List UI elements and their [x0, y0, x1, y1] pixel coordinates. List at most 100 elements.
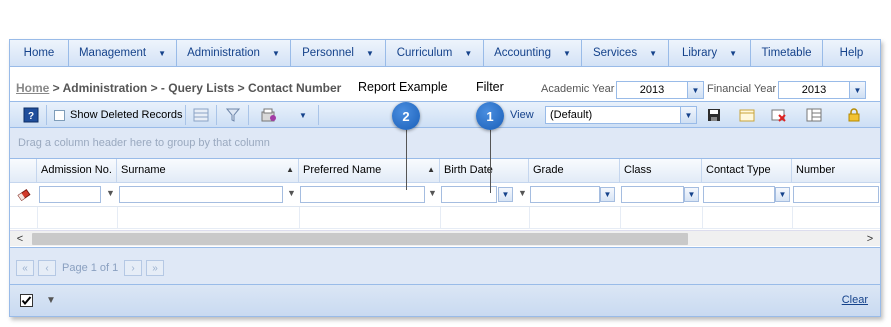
show-deleted-records-toggle[interactable]: Show Deleted Records: [54, 109, 183, 121]
menu-administration[interactable]: Administration ▼: [177, 40, 291, 66]
clear-filter-eraser-icon[interactable]: [17, 188, 31, 205]
menu-library[interactable]: Library ▼: [669, 40, 751, 66]
column-header-label: Surname: [121, 164, 166, 176]
menu-accounting-label: Accounting: [494, 47, 551, 59]
row-divider: [37, 207, 38, 229]
breadcrumb-path: > Administration > - Query Lists > Conta…: [49, 81, 342, 95]
toolbar-separator: [216, 105, 217, 125]
filter-icon[interactable]: ▼: [428, 188, 437, 200]
filter-icon[interactable]: ▼: [46, 295, 56, 306]
menu-timetable-label: Timetable: [761, 47, 812, 59]
financial-year-label: Financial Year: [707, 83, 777, 95]
filter-icon[interactable]: ▼: [287, 188, 296, 200]
menu-management[interactable]: Management ▼: [69, 40, 177, 66]
column-header-preferred-name[interactable]: Preferred Name ▲: [299, 159, 440, 183]
column-header-label: Admission No.: [41, 164, 112, 176]
toolbar-separator: [318, 105, 319, 125]
view-select[interactable]: (Default) ▼: [545, 106, 697, 124]
next-page-icon[interactable]: ›: [124, 260, 142, 276]
chevron-down-icon[interactable]: ▼: [498, 187, 513, 202]
breadcrumb-home-link[interactable]: Home: [16, 81, 49, 95]
filter-input-number[interactable]: [793, 186, 879, 203]
chevron-down-icon[interactable]: ▼: [849, 82, 865, 98]
checkmark-icon[interactable]: [20, 294, 33, 310]
show-deleted-checkbox[interactable]: [54, 109, 65, 121]
callout-badge-2: 2: [392, 102, 420, 130]
chevron-down-icon[interactable]: ▼: [294, 106, 312, 124]
save-icon[interactable]: [705, 106, 723, 124]
svg-text:?: ?: [28, 111, 34, 122]
menu-home-label: Home: [23, 47, 55, 59]
menu-curriculum-label: Curriculum: [396, 47, 453, 59]
scroll-left-icon[interactable]: <: [12, 231, 28, 247]
filter-icon[interactable]: ▼: [106, 188, 115, 200]
group-by-panel[interactable]: Drag a column header here to group by th…: [10, 128, 880, 159]
filter-input-class[interactable]: [621, 186, 684, 203]
last-page-icon[interactable]: »: [146, 260, 164, 276]
grid-toolbar: ? Show Deleted Records ▼ View (Default) …: [10, 101, 880, 128]
filter-input-contact-type[interactable]: [703, 186, 775, 203]
filter-input-surname[interactable]: [119, 186, 283, 203]
chevron-down-icon[interactable]: ▼: [775, 187, 790, 202]
chevron-down-icon[interactable]: ▼: [600, 187, 615, 202]
filter-icon[interactable]: ▼: [518, 188, 527, 200]
menu-personnel-label: Personnel: [302, 47, 354, 59]
row-divider: [117, 207, 118, 229]
callout-badge-1: 1: [476, 102, 504, 130]
menu-administration-label: Administration: [187, 47, 260, 59]
column-header-surname[interactable]: Surname ▲: [117, 159, 299, 183]
filter-icon[interactable]: [224, 106, 242, 124]
menu-timetable[interactable]: Timetable: [751, 40, 823, 66]
scrollbar-thumb[interactable]: [32, 233, 688, 245]
filter-input-grade[interactable]: [530, 186, 600, 203]
filter-row: ▼ ▼ ▼ ▼ ▼ ▼ ▼ ▼: [10, 183, 880, 207]
callout-leader-line: [490, 127, 491, 193]
financial-year-select[interactable]: 2013 ▼: [778, 81, 866, 99]
horizontal-scrollbar[interactable]: < >: [10, 230, 880, 246]
column-header-grade[interactable]: Grade: [529, 159, 620, 183]
chevron-down-icon: ▼: [271, 48, 280, 58]
view-label: View: [510, 109, 534, 121]
column-header-label: Class: [624, 164, 652, 176]
table-icon[interactable]: [192, 106, 210, 124]
new-view-icon[interactable]: [738, 106, 756, 124]
row-divider: [702, 207, 703, 229]
column-header-class[interactable]: Class: [620, 159, 702, 183]
table-row[interactable]: [10, 207, 880, 229]
menu-home[interactable]: Home: [10, 40, 69, 66]
column-header-number[interactable]: Number: [792, 159, 880, 183]
menu-management-label: Management: [78, 47, 147, 59]
academic-year-select[interactable]: 2013 ▼: [616, 81, 704, 99]
menu-accounting[interactable]: Accounting ▼: [484, 40, 582, 66]
menu-services-label: Services: [592, 47, 638, 59]
menu-personnel[interactable]: Personnel ▼: [291, 40, 386, 66]
sort-ascending-icon: ▲: [427, 165, 435, 174]
delete-view-icon[interactable]: [770, 106, 788, 124]
filter-input-birth-date[interactable]: [441, 186, 497, 203]
menu-help[interactable]: Help: [823, 40, 880, 66]
first-page-icon[interactable]: «: [16, 260, 34, 276]
row-divider: [792, 207, 793, 229]
column-header-label: Grade: [533, 164, 564, 176]
menu-services[interactable]: Services ▼: [582, 40, 669, 66]
report-icon[interactable]: ?: [22, 106, 40, 124]
filter-footer: ▼ Clear: [10, 284, 880, 316]
filter-input-admission-no[interactable]: [39, 186, 101, 203]
export-icon[interactable]: [260, 106, 278, 124]
breadcrumb: Home > Administration > - Query Lists > …: [16, 81, 341, 95]
menu-curriculum[interactable]: Curriculum ▼: [386, 40, 484, 66]
row-divider: [440, 207, 441, 229]
row-divider: [299, 207, 300, 229]
column-header-contact-type[interactable]: Contact Type: [702, 159, 792, 183]
column-header-admission-no[interactable]: Admission No.: [37, 159, 117, 183]
previous-page-icon[interactable]: ‹: [38, 260, 56, 276]
clear-filter-link[interactable]: Clear: [842, 294, 868, 306]
chevron-down-icon[interactable]: ▼: [684, 187, 699, 202]
lock-icon[interactable]: [845, 106, 863, 124]
columns-icon[interactable]: [805, 106, 823, 124]
column-header-birth-date[interactable]: Birth Date: [440, 159, 529, 183]
chevron-down-icon[interactable]: ▼: [680, 107, 696, 123]
academic-year-label: Academic Year: [541, 83, 615, 95]
scroll-right-icon[interactable]: >: [862, 231, 878, 247]
chevron-down-icon[interactable]: ▼: [687, 82, 703, 98]
